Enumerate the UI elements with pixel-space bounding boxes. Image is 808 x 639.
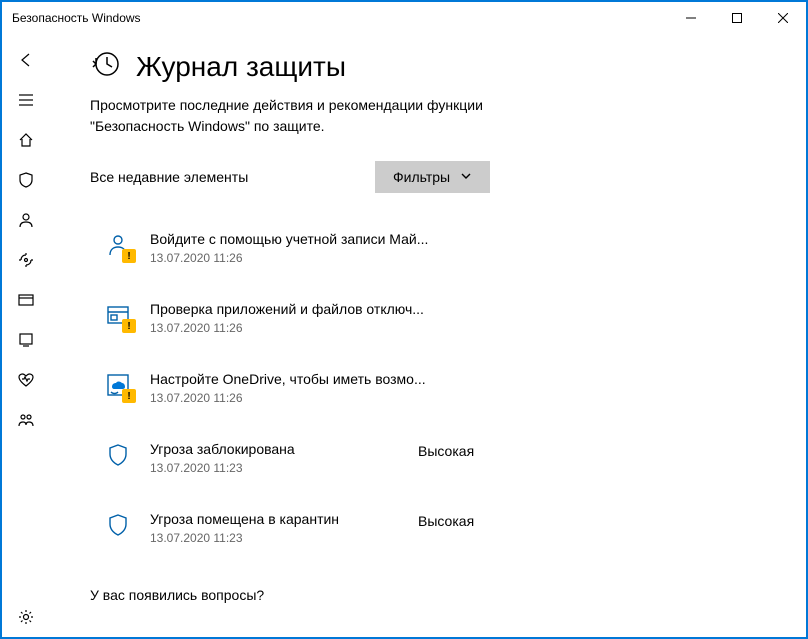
nav-device-security[interactable]	[2, 320, 50, 360]
footer-question: У вас появились вопросы?	[90, 587, 766, 603]
shield-icon	[104, 441, 132, 469]
event-item[interactable]: ! Войдите с помощью учетной записи Май...…	[90, 221, 766, 291]
back-button[interactable]	[2, 40, 50, 80]
nav-family-options[interactable]	[2, 400, 50, 440]
filter-section-label: Все недавние элементы	[90, 169, 375, 185]
person-icon: !	[104, 231, 132, 259]
event-text: Угроза помещена в карантин 13.07.2020 11:…	[150, 511, 400, 545]
event-item[interactable]: ! Настройте OneDrive, чтобы иметь возмо..…	[90, 361, 766, 431]
page-description: Просмотрите последние действия и рекомен…	[90, 95, 530, 137]
event-timestamp: 13.07.2020 11:26	[150, 391, 426, 405]
filters-button-label: Фильтры	[393, 169, 450, 185]
nav-home[interactable]	[2, 120, 50, 160]
content-area: Журнал защиты Просмотрите последние дейс…	[50, 34, 806, 637]
warning-badge-icon: !	[122, 389, 136, 403]
close-button[interactable]	[760, 2, 806, 34]
minimize-button[interactable]	[668, 2, 714, 34]
window-title: Безопасность Windows	[12, 11, 668, 25]
warning-badge-icon: !	[122, 319, 136, 333]
nav-app-browser[interactable]	[2, 280, 50, 320]
sidebar	[2, 34, 50, 637]
event-title: Угроза помещена в карантин	[150, 511, 400, 527]
event-title: Угроза заблокирована	[150, 441, 400, 457]
event-text: Проверка приложений и файлов отключ... 13…	[150, 301, 424, 335]
event-item[interactable]: Угроза заблокирована 13.07.2020 11:23 Высо…	[90, 431, 766, 501]
filters-button[interactable]: Фильтры	[375, 161, 490, 193]
event-title: Войдите с помощью учетной записи Май...	[150, 231, 428, 247]
event-severity: Высокая	[418, 441, 474, 459]
menu-button[interactable]	[2, 80, 50, 120]
event-timestamp: 13.07.2020 11:26	[150, 321, 424, 335]
filter-row: Все недавние элементы Фильтры	[90, 161, 766, 193]
warning-badge-icon: !	[122, 249, 136, 263]
nav-account-protection[interactable]	[2, 200, 50, 240]
nav-device-performance[interactable]	[2, 360, 50, 400]
event-text: Войдите с помощью учетной записи Май... 1…	[150, 231, 428, 265]
titlebar: Безопасность Windows	[2, 2, 806, 34]
event-severity: Высокая	[418, 511, 474, 529]
onedrive-icon: !	[104, 371, 132, 399]
page-title: Журнал защиты	[136, 51, 346, 83]
nav-virus-protection[interactable]	[2, 160, 50, 200]
event-title: Проверка приложений и файлов отключ...	[150, 301, 424, 317]
event-list: ! Войдите с помощью учетной записи Май...…	[90, 221, 766, 571]
event-timestamp: 13.07.2020 11:26	[150, 251, 428, 265]
chevron-down-icon	[460, 169, 472, 185]
nav-settings[interactable]	[2, 597, 50, 637]
event-item[interactable]: Угроза помещена в карантин 13.07.2020 11:…	[90, 501, 766, 571]
nav-firewall[interactable]	[2, 240, 50, 280]
event-timestamp: 13.07.2020 11:23	[150, 531, 400, 545]
shield-icon	[104, 511, 132, 539]
event-title: Настройте OneDrive, чтобы иметь возмо...	[150, 371, 426, 387]
event-item[interactable]: ! Проверка приложений и файлов отключ... 1…	[90, 291, 766, 361]
page-title-row: Журнал защиты	[90, 48, 766, 85]
window-icon: !	[104, 301, 132, 329]
history-icon	[90, 48, 122, 85]
event-text: Настройте OneDrive, чтобы иметь возмо...…	[150, 371, 426, 405]
event-text: Угроза заблокирована 13.07.2020 11:23	[150, 441, 400, 475]
maximize-button[interactable]	[714, 2, 760, 34]
window-controls	[668, 2, 806, 34]
event-timestamp: 13.07.2020 11:23	[150, 461, 400, 475]
